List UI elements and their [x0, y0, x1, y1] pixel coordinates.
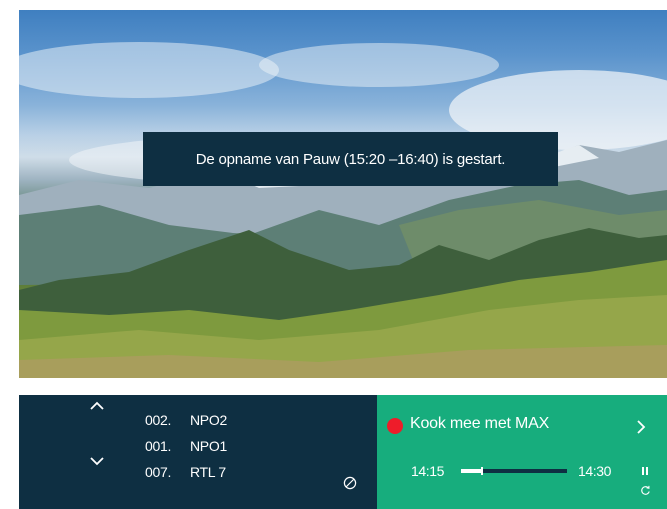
- blocked-icon: [343, 476, 357, 490]
- pause-icon[interactable]: [642, 467, 650, 477]
- channel-number: 007.: [145, 464, 172, 480]
- channel-item[interactable]: 002. NPO2: [145, 412, 227, 428]
- progress-bar: [461, 467, 567, 475]
- progress-marker: [481, 467, 484, 475]
- tv-video-frame: [19, 10, 667, 378]
- notification-text: De opname van Pauw (15:20 –16:40) is ges…: [195, 150, 506, 168]
- program-title: Kook mee met MAX: [410, 415, 550, 432]
- recording-notification: De opname van Pauw (15:20 –16:40) is ges…: [143, 132, 558, 186]
- channel-number: 001.: [145, 438, 172, 454]
- replay-icon[interactable]: [640, 485, 651, 496]
- record-dot-icon: [387, 418, 403, 434]
- mountain-landscape-image: [19, 42, 667, 378]
- channel-name: NPO2: [190, 412, 227, 428]
- channel-item[interactable]: 001. NPO1: [145, 438, 227, 454]
- now-playing-panel: Kook mee met MAX 14:15 14:30: [377, 395, 667, 509]
- chevron-right-icon[interactable]: [635, 419, 647, 435]
- chevron-down-icon[interactable]: [85, 451, 109, 471]
- end-time: 14:30: [578, 463, 612, 479]
- start-time: 14:15: [411, 463, 445, 479]
- channel-name: NPO1: [190, 438, 227, 454]
- channel-item[interactable]: 007. RTL 7: [145, 464, 226, 480]
- channel-list-panel: 002. NPO2 001. NPO1 007. RTL 7: [19, 395, 377, 509]
- chevron-up-icon[interactable]: [85, 395, 109, 415]
- progress-fill: [461, 469, 483, 473]
- channel-number: 002.: [145, 412, 172, 428]
- channel-name: RTL 7: [190, 464, 226, 480]
